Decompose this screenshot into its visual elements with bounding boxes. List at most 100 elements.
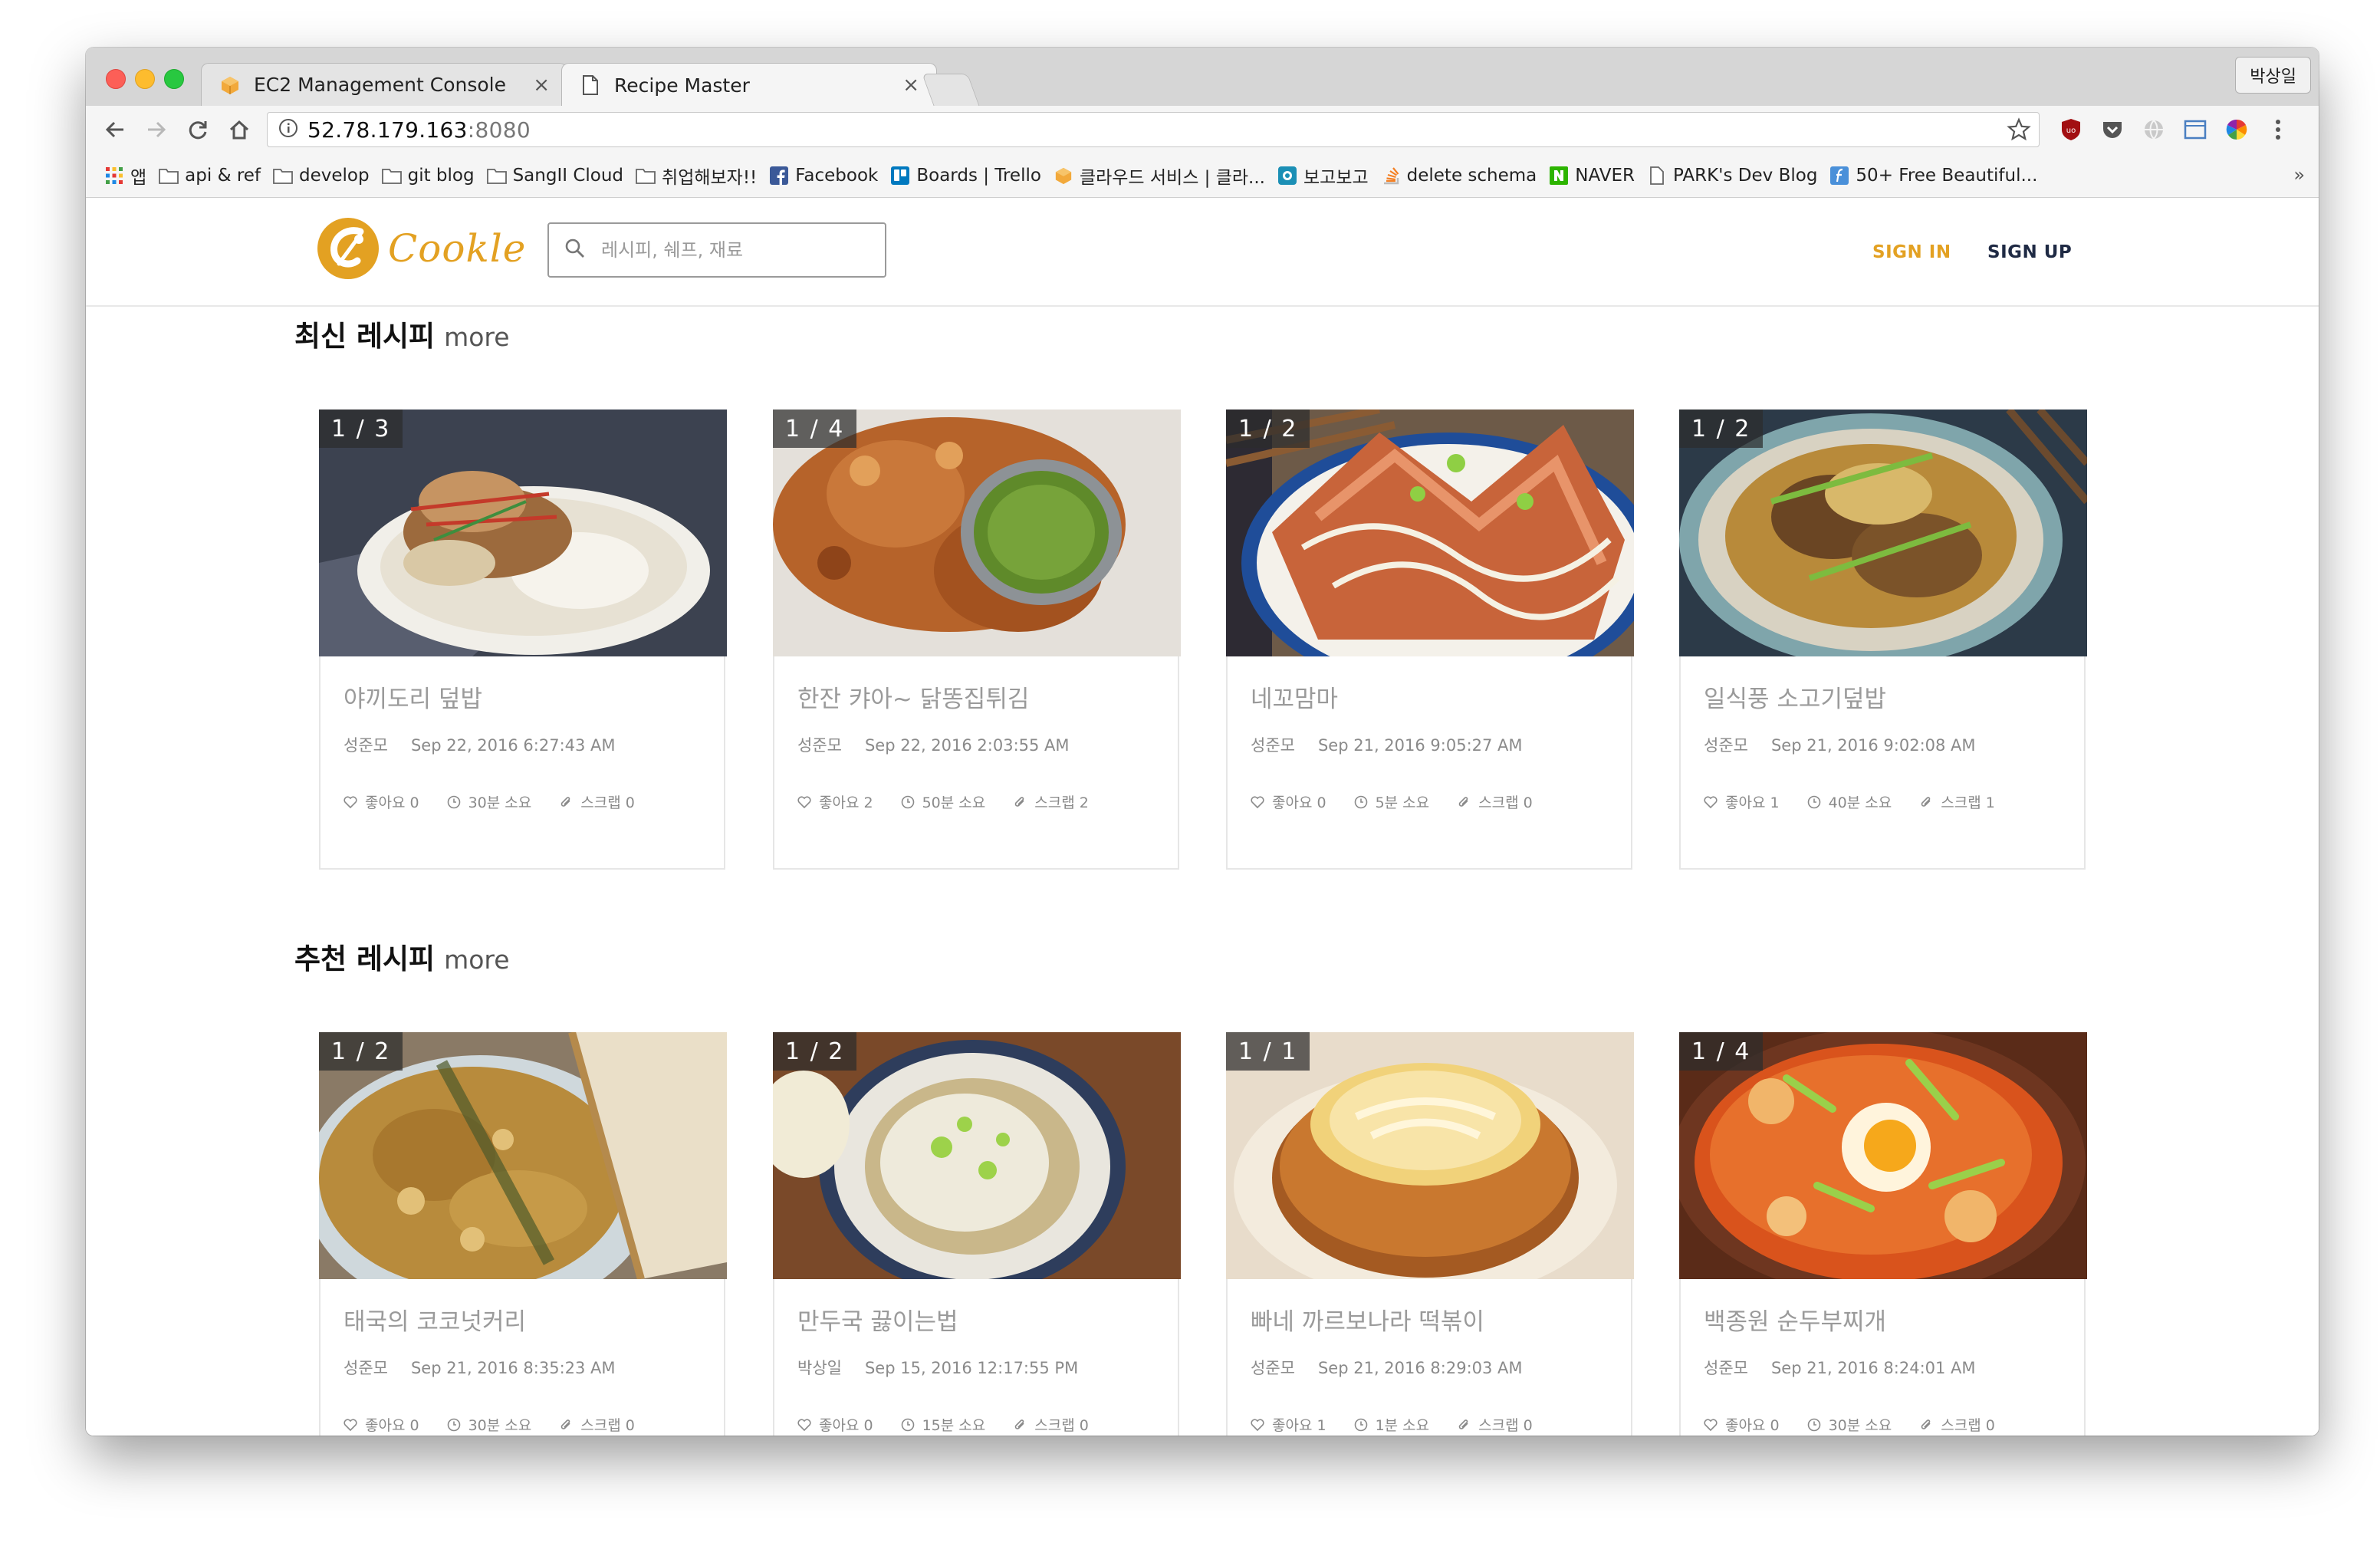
scrap-stat[interactable]: 스크랩 0 (1013, 1414, 1089, 1435)
recipe-title[interactable]: 백종원 순두부찌개 (1704, 1302, 1886, 1337)
like-stat[interactable]: 좋아요 0 (344, 791, 419, 812)
minimize-window-button[interactable] (135, 69, 155, 89)
recipe-author[interactable]: 성준모 (1251, 1359, 1295, 1377)
like-stat[interactable]: 좋아요 0 (1251, 791, 1326, 812)
bookmark-trello[interactable]: Boards | Trello (890, 166, 1041, 186)
scrap-stat[interactable]: 스크랩 0 (559, 791, 635, 812)
reload-icon[interactable] (184, 116, 212, 143)
recipe-title[interactable]: 만두국 끓이는법 (797, 1302, 958, 1337)
site-search-box[interactable] (547, 222, 886, 278)
scrap-stat[interactable]: 스크랩 0 (1457, 1414, 1533, 1435)
recipe-title[interactable]: 태국의 코코넛커리 (344, 1302, 526, 1337)
bookmark-job[interactable]: 취업해보자!! (636, 163, 757, 189)
recipe-photo[interactable]: 1 / 2 (1226, 410, 1634, 656)
image-counter-badge: 1 / 2 (319, 1032, 403, 1071)
recipe-photo[interactable]: 1 / 4 (1679, 1032, 2087, 1279)
more-link[interactable]: more (444, 322, 509, 352)
recipe-author[interactable]: 성준모 (797, 736, 842, 755)
bookmark-cloud-service[interactable]: 클라우드 서비스 | 클라... (1054, 163, 1265, 189)
recipe-photo[interactable]: 1 / 1 (1226, 1032, 1634, 1279)
recipe-author[interactable]: 성준모 (1251, 736, 1295, 755)
profile-button[interactable]: 박상일 (2235, 57, 2311, 94)
bookmark-park-dev-blog[interactable]: PARK's Dev Blog (1647, 166, 1817, 186)
search-input[interactable] (600, 238, 863, 262)
bookmark-star-icon[interactable] (2007, 117, 2031, 145)
sign-up-link[interactable]: SIGN UP (1987, 242, 2072, 262)
recipe-card[interactable]: 1 / 3 야끼도리 덮밥 성준모 Sep 22, 2016 6:27:43 AM… (319, 410, 727, 870)
recipe-card[interactable]: 1 / 2 네꼬맘마 성준모 Sep 21, 2016 9:05:27 AM 좋아… (1226, 410, 1634, 870)
back-arrow-icon[interactable] (101, 116, 129, 143)
like-stat[interactable]: 좋아요 2 (797, 791, 873, 812)
sign-in-link[interactable]: SIGN IN (1872, 242, 1951, 262)
like-stat[interactable]: 좋아요 0 (797, 1414, 873, 1435)
forward-arrow-icon[interactable] (143, 116, 170, 143)
ublock-icon[interactable]: uo (2058, 117, 2084, 143)
recipe-author[interactable]: 성준모 (1704, 1359, 1748, 1377)
recipe-title[interactable]: 한잔 캬아~ 닭똥집튀김 (797, 679, 1029, 714)
recipe-author[interactable]: 박상일 (797, 1359, 842, 1377)
tab-close-icon[interactable]: × (902, 74, 919, 97)
globe-icon[interactable] (2141, 117, 2167, 143)
recipe-photo[interactable]: 1 / 4 (773, 410, 1181, 656)
bookmark-delete-schema[interactable]: delete schema (1381, 166, 1537, 186)
bookmark-bogo[interactable]: 보고보고 (1277, 163, 1369, 189)
scrap-stat[interactable]: 스크랩 2 (1013, 791, 1089, 812)
scrap-stat[interactable]: 스크랩 0 (1457, 791, 1533, 812)
screenshot-icon[interactable] (2182, 117, 2208, 143)
more-link[interactable]: more (444, 945, 509, 975)
tab-ec2[interactable]: EC2 Management Console × (201, 63, 567, 106)
bookmark-sangii-cloud[interactable]: SangII Cloud (486, 166, 623, 186)
cook-time: 30분 소요 (468, 1417, 532, 1434)
like-stat[interactable]: 좋아요 0 (1704, 1414, 1780, 1435)
like-stat[interactable]: 좋아요 0 (344, 1414, 419, 1435)
recipe-photo[interactable]: 1 / 2 (773, 1032, 1181, 1279)
recipe-title[interactable]: 야끼도리 덮밥 (344, 679, 482, 714)
recipe-card[interactable]: 1 / 4 백종원 순두부찌개 성준모 Sep 21, 2016 8:24:01 … (1679, 1032, 2087, 1436)
recipe-photo[interactable]: 1 / 2 (319, 1032, 727, 1279)
recipe-card[interactable]: 1 / 2 일식풍 소고기덮밥 성준모 Sep 21, 2016 9:02:08 … (1679, 410, 2087, 870)
scrap-stat[interactable]: 스크랩 0 (559, 1414, 635, 1435)
heart-icon (344, 795, 357, 808)
recipe-author[interactable]: 성준모 (1704, 736, 1748, 755)
bookmark-develop[interactable]: develop (273, 166, 370, 186)
recipe-card[interactable]: 1 / 2 만두국 끓이는법 박상일 Sep 15, 2016 12:17:55 … (773, 1032, 1181, 1436)
site-logo[interactable]: Cookle (316, 216, 526, 281)
recipe-photo[interactable]: 1 / 2 (1679, 410, 2087, 656)
cookle-logo-icon (317, 218, 379, 279)
section-heading: 최신 레시피 (294, 320, 436, 353)
time-stat: 40분 소요 (1807, 791, 1892, 812)
tab-close-icon[interactable]: × (533, 74, 550, 97)
recipe-card[interactable]: 1 / 4 한잔 캬아~ 닭똥집튀김 성준모 Sep 22, 2016 2:03:… (773, 410, 1181, 870)
recipe-title[interactable]: 빠네 까르보나라 떡볶이 (1251, 1302, 1484, 1337)
recipe-card[interactable]: 1 / 2 태국의 코코넛커리 성준모 Sep 21, 2016 8:35:23 … (319, 1032, 727, 1436)
close-window-button[interactable] (106, 69, 126, 89)
like-count: 좋아요 0 (365, 1417, 419, 1434)
scrap-stat[interactable]: 스크랩 1 (1919, 791, 1995, 812)
like-stat[interactable]: 좋아요 1 (1704, 791, 1780, 812)
bookmark-free-beautiful[interactable]: 50+ Free Beautiful... (1829, 166, 2037, 186)
recipe-photo[interactable]: 1 / 3 (319, 410, 727, 656)
recipe-author[interactable]: 성준모 (344, 1359, 388, 1377)
bookmark-facebook[interactable]: Facebook (769, 166, 878, 186)
info-icon[interactable] (278, 118, 298, 141)
scrap-stat[interactable]: 스크랩 0 (1919, 1414, 1995, 1435)
color-picker-icon[interactable] (2224, 117, 2250, 143)
like-stat[interactable]: 좋아요 1 (1251, 1414, 1326, 1435)
bookmarks-overflow-button[interactable]: » (2293, 164, 2305, 186)
bookmark-apps[interactable]: 앱 (104, 163, 146, 189)
tab-recipe-master[interactable]: Recipe Master × (561, 63, 937, 107)
menu-dots-icon[interactable] (2265, 117, 2291, 143)
zoom-window-button[interactable] (164, 69, 184, 89)
recipe-card[interactable]: 1 / 1 빠네 까르보나라 떡볶이 성준모 Sep 21, 2016 8:29:… (1226, 1032, 1634, 1436)
aws-icon (1054, 166, 1073, 185)
home-icon[interactable] (225, 116, 253, 143)
recipe-title[interactable]: 네꼬맘마 (1251, 679, 1338, 714)
address-bar[interactable]: 52.78.179.163:8080 (267, 112, 2040, 147)
recipe-author[interactable]: 성준모 (344, 736, 388, 755)
bookmark-git-blog[interactable]: git blog (381, 166, 475, 186)
bookmark-naver[interactable]: NAVER (1549, 166, 1635, 186)
recipe-title[interactable]: 일식풍 소고기덮밥 (1704, 679, 1886, 714)
pocket-icon[interactable] (2099, 117, 2125, 143)
heart-icon (1704, 1418, 1718, 1431)
bookmark-api-ref[interactable]: api & ref (159, 166, 261, 186)
